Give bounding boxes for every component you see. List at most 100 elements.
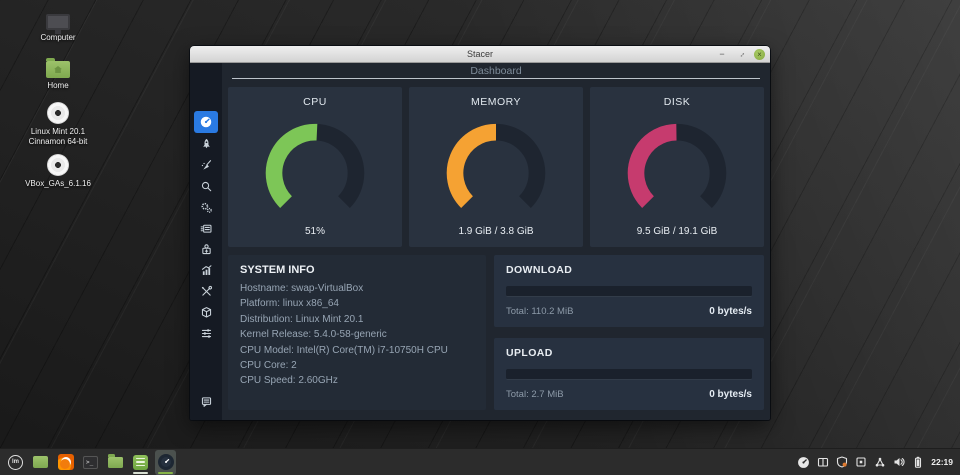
sidebar-item-settings[interactable] xyxy=(193,323,219,344)
system-info-title: SYSTEM INFO xyxy=(240,264,474,276)
sidebar-item-helpers[interactable] xyxy=(193,281,219,302)
sidebar-item-startup-apps[interactable] xyxy=(193,134,219,155)
disc-icon xyxy=(47,102,69,124)
disk-gauge-card: DISK 9.5 GiB / 19.1 GiB xyxy=(590,87,764,247)
disc-icon xyxy=(47,154,69,176)
stacer-tray-icon[interactable] xyxy=(797,456,810,469)
maximize-button[interactable]: ↔ xyxy=(735,49,747,59)
desktop-icon-computer[interactable]: Computer xyxy=(19,8,97,43)
show-desktop-button[interactable] xyxy=(30,450,51,475)
mint-menu-button[interactable]: lm xyxy=(5,450,26,475)
desktop-icon-label: VBox_GAs_6.1.16 xyxy=(19,179,97,189)
files-folder-icon xyxy=(108,457,123,468)
desktop-icon-linux-mint-iso[interactable]: Linux Mint 20.1 Cinnamon 64-bit xyxy=(19,102,97,147)
system-info-hostname: Hostname: swap-VirtualBox xyxy=(240,281,474,296)
helpers-tools-icon xyxy=(200,285,213,298)
processes-icon xyxy=(200,222,213,235)
services-gears-icon xyxy=(200,201,213,214)
upload-progressbar xyxy=(506,369,752,380)
download-total: Total: 110.2 MiB xyxy=(506,306,573,317)
system-info-cpu-model: CPU Model: Intel(R) Core(TM) i7-10750H C… xyxy=(240,343,474,358)
battery-icon[interactable] xyxy=(912,456,924,468)
mint-menu-icon: lm xyxy=(8,455,23,470)
page-header: Dashboard xyxy=(232,63,760,79)
system-info-distribution: Distribution: Linux Mint 20.1 xyxy=(240,312,474,327)
taskbar: lm >_ xyxy=(0,448,960,475)
window-list-icon[interactable] xyxy=(817,456,829,468)
upload-card: UPLOAD Total: 2.7 MiB 0 bytes/s xyxy=(494,338,764,410)
uninstaller-icon xyxy=(200,243,213,256)
titlebar[interactable]: Stacer − ↔ × xyxy=(190,46,770,63)
removable-media-icon[interactable] xyxy=(855,456,867,468)
minimize-button[interactable]: − xyxy=(716,49,728,59)
system-info-panel: SYSTEM INFO Hostname: swap-VirtualBox Pl… xyxy=(228,255,486,410)
feedback-message-icon xyxy=(200,395,213,408)
terminal-icon: >_ xyxy=(83,456,98,469)
stacer-window: Stacer − ↔ × xyxy=(190,46,770,420)
system-info-cpu-speed: CPU Speed: 2.60GHz xyxy=(240,373,474,388)
network-icon[interactable] xyxy=(874,456,886,468)
sidebar xyxy=(190,63,222,420)
settings-sliders-icon xyxy=(200,327,213,340)
desktop-icon-home[interactable]: Home xyxy=(19,56,97,91)
cpu-gauge-card: CPU 51% xyxy=(228,87,402,247)
update-shield-icon[interactable] xyxy=(836,456,848,468)
download-speed: 0 bytes/s xyxy=(709,306,752,317)
gauge-value: 51% xyxy=(305,226,325,237)
cpu-gauge xyxy=(251,110,379,226)
dashboard-gauge-icon xyxy=(199,115,213,129)
resources-chart-icon xyxy=(200,264,213,277)
gauge-title: MEMORY xyxy=(471,96,521,108)
window-title: Stacer xyxy=(190,49,770,59)
dashboard-content: Dashboard CPU 51% MEMORY xyxy=(222,63,770,420)
upload-speed: 0 bytes/s xyxy=(709,389,752,400)
sidebar-item-system-cleaner[interactable] xyxy=(193,155,219,176)
search-icon xyxy=(200,180,213,193)
terminal-button[interactable]: >_ xyxy=(80,450,101,475)
computer-icon xyxy=(46,14,70,30)
download-title: DOWNLOAD xyxy=(506,264,752,276)
download-progressbar xyxy=(506,286,752,297)
memory-gauge xyxy=(432,110,560,226)
page-title: Dashboard xyxy=(470,65,521,77)
desktop-icon-label: Linux Mint 20.1 Cinnamon 64-bit xyxy=(19,127,97,147)
gauge-cards-row: CPU 51% MEMORY 1.9 GiB / 3.8 GiB xyxy=(228,87,764,247)
software-manager-button[interactable] xyxy=(130,450,151,475)
desktop-icon-label: Home xyxy=(19,81,97,91)
disk-gauge xyxy=(613,110,741,226)
sidebar-item-services[interactable] xyxy=(193,197,219,218)
desktop-icon-label: Computer xyxy=(19,33,97,43)
upload-total: Total: 2.7 MiB xyxy=(506,389,564,400)
sidebar-item-dashboard[interactable] xyxy=(194,111,218,133)
upload-title: UPLOAD xyxy=(506,347,752,359)
firefox-icon xyxy=(58,454,74,470)
gauge-title: CPU xyxy=(303,96,327,108)
show-desktop-icon xyxy=(33,456,48,468)
firefox-button[interactable] xyxy=(55,450,76,475)
startup-apps-rocket-icon xyxy=(200,138,213,151)
sidebar-item-apt-repository[interactable] xyxy=(193,302,219,323)
sidebar-item-uninstaller[interactable] xyxy=(193,239,219,260)
taskbar-clock[interactable]: 22:19 xyxy=(931,457,953,467)
sidebar-item-processes[interactable] xyxy=(193,218,219,239)
sidebar-item-resources[interactable] xyxy=(193,260,219,281)
system-cleaner-brush-icon xyxy=(200,159,213,172)
sidebar-item-feedback[interactable] xyxy=(193,391,219,412)
download-card: DOWNLOAD Total: 110.2 MiB 0 bytes/s xyxy=(494,255,764,327)
volume-icon[interactable] xyxy=(893,456,905,468)
system-info-cpu-core: CPU Core: 2 xyxy=(240,358,474,373)
system-info-kernel: Kernel Release: 5.4.0-58-generic xyxy=(240,327,474,342)
gauge-value: 9.5 GiB / 19.1 GiB xyxy=(637,226,718,237)
apt-repository-package-icon xyxy=(200,306,213,319)
stacer-taskbar-button[interactable] xyxy=(155,450,176,475)
close-button[interactable]: × xyxy=(754,49,765,60)
memory-gauge-card: MEMORY 1.9 GiB / 3.8 GiB xyxy=(409,87,583,247)
stacer-app-icon xyxy=(158,454,174,470)
sidebar-item-search[interactable] xyxy=(193,176,219,197)
system-info-platform: Platform: linux x86_64 xyxy=(240,296,474,311)
software-manager-icon xyxy=(133,455,148,470)
gauge-title: DISK xyxy=(664,96,691,108)
files-button[interactable] xyxy=(105,450,126,475)
gauge-value: 1.9 GiB / 3.8 GiB xyxy=(458,226,533,237)
desktop-icon-vbox-ga[interactable]: VBox_GAs_6.1.16 xyxy=(19,154,97,189)
